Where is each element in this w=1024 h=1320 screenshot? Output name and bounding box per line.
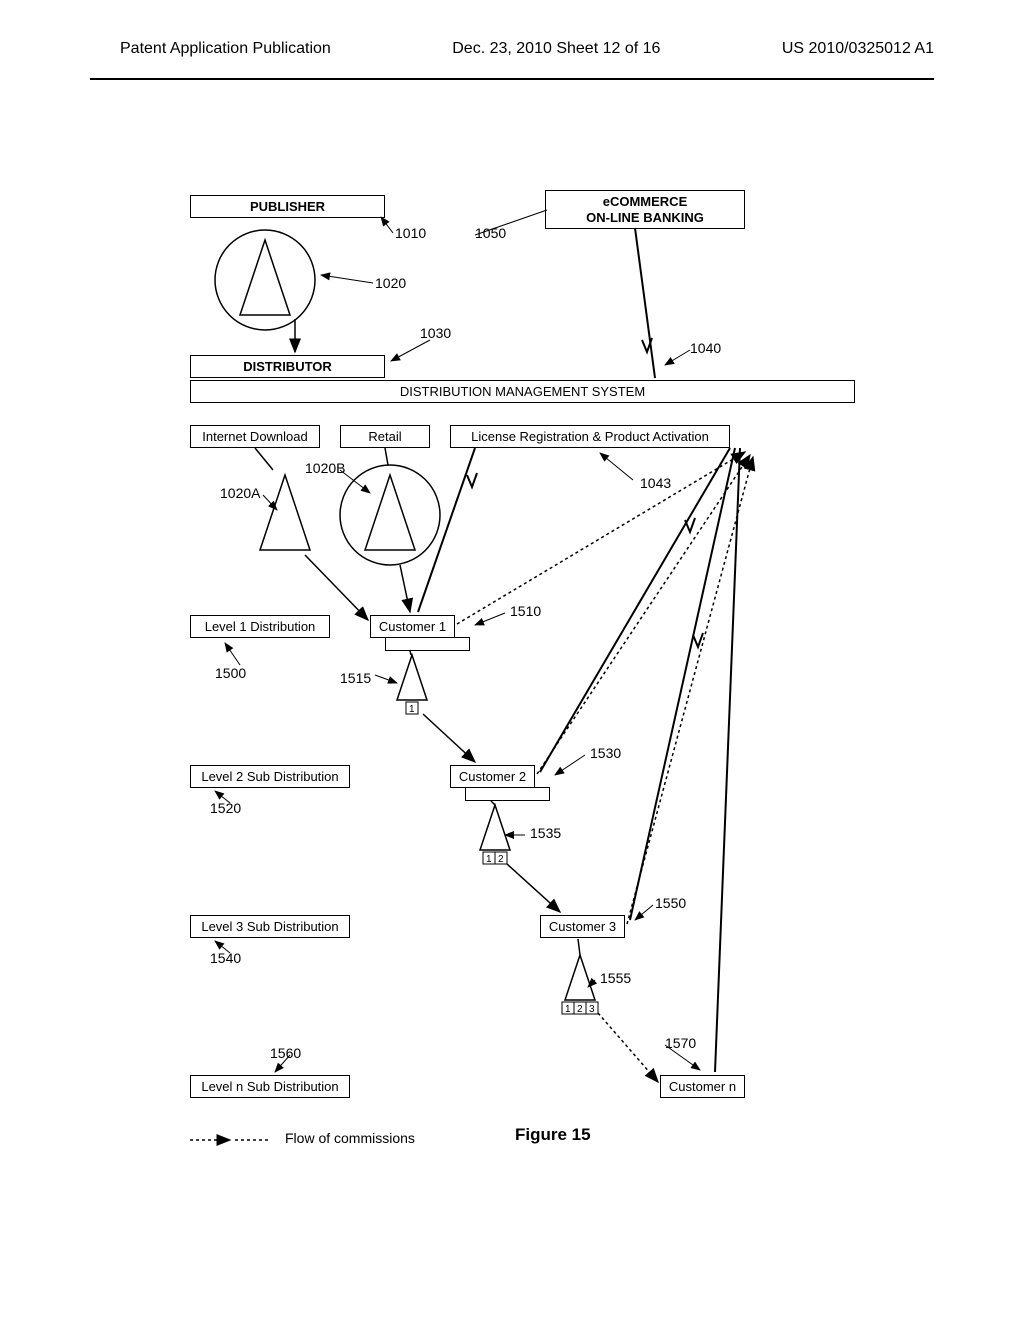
ref-1010: 1010 <box>395 225 426 241</box>
svg-text:3: 3 <box>589 1004 595 1015</box>
svg-text:1: 1 <box>409 704 415 715</box>
ref-1020B: 1020B <box>305 460 345 476</box>
ref-1535: 1535 <box>530 825 561 841</box>
ref-1043: 1043 <box>640 475 671 491</box>
header-patent-number: US 2010/0325012 A1 <box>782 40 934 58</box>
header-divider <box>90 78 934 80</box>
box-customer2-shadow <box>465 787 550 801</box>
ref-1510: 1510 <box>510 603 541 619</box>
diagram-area: PUBLISHER eCOMMERCE ON-LINE BANKING DIST… <box>175 175 855 1195</box>
box-leveln: Level n Sub Distribution <box>190 1075 350 1098</box>
ref-1550: 1550 <box>655 895 686 911</box>
box-customer1: Customer 1 <box>370 615 455 638</box>
box-license: License Registration & Product Activatio… <box>450 425 730 448</box>
box-level3: Level 3 Sub Distribution <box>190 915 350 938</box>
ref-1570: 1570 <box>665 1035 696 1051</box>
box-level1: Level 1 Distribution <box>190 615 330 638</box>
box-level2: Level 2 Sub Distribution <box>190 765 350 788</box>
box-ecommerce: eCOMMERCE ON-LINE BANKING <box>545 190 745 229</box>
svg-text:2: 2 <box>498 854 504 865</box>
figure-label: Figure 15 <box>515 1125 591 1145</box>
ref-1500: 1500 <box>215 665 246 681</box>
header-date-sheet: Dec. 23, 2010 Sheet 12 of 16 <box>452 40 660 58</box>
svg-text:1: 1 <box>565 1004 571 1015</box>
box-customer3: Customer 3 <box>540 915 625 938</box>
box-publisher: PUBLISHER <box>190 195 385 218</box>
diagram-svg: 1 1 2 1 2 3 <box>175 175 855 1195</box>
box-customer1-shadow <box>385 637 470 651</box>
header-publication: Patent Application Publication <box>120 40 331 58</box>
ref-1555: 1555 <box>600 970 631 986</box>
ref-1530: 1530 <box>590 745 621 761</box>
box-dms: DISTRIBUTION MANAGEMENT SYSTEM <box>190 380 855 403</box>
box-customer2: Customer 2 <box>450 765 535 788</box>
ref-1540: 1540 <box>210 950 241 966</box>
ref-1520: 1520 <box>210 800 241 816</box>
ref-1560: 1560 <box>270 1045 301 1061</box>
svg-text:1: 1 <box>486 854 492 865</box>
ref-1515: 1515 <box>340 670 371 686</box>
ref-1020: 1020 <box>375 275 406 291</box>
ref-1030: 1030 <box>420 325 451 341</box>
box-internet-download: Internet Download <box>190 425 320 448</box>
ref-1020A: 1020A <box>220 485 260 501</box>
legend-text: Flow of commissions <box>285 1130 415 1146</box>
box-retail: Retail <box>340 425 430 448</box>
svg-text:2: 2 <box>577 1004 583 1015</box>
ref-1050: 1050 <box>475 225 506 241</box>
box-distributor: DISTRIBUTOR <box>190 355 385 378</box>
box-customern: Customer n <box>660 1075 745 1098</box>
ref-1040: 1040 <box>690 340 721 356</box>
